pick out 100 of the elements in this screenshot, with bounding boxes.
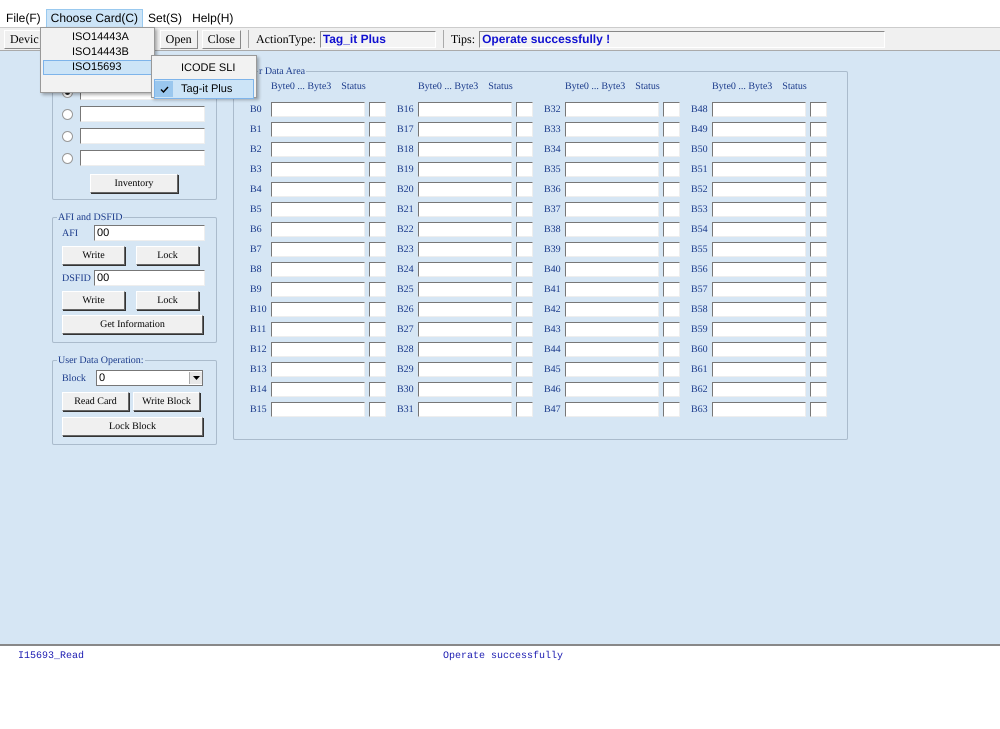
block-data-field[interactable]: [712, 142, 806, 157]
block-data-field[interactable]: [564, 302, 660, 317]
menu-item[interactable]: Help(H): [187, 8, 238, 28]
block-data-field[interactable]: [564, 382, 660, 397]
block-status-field[interactable]: [810, 282, 828, 297]
block-status-field[interactable]: [810, 222, 828, 237]
block-status-field[interactable]: [516, 222, 534, 237]
block-status-field[interactable]: [663, 342, 680, 357]
dsfid-field[interactable]: 00: [94, 270, 205, 286]
block-status-field[interactable]: [810, 202, 828, 217]
block-status-field[interactable]: [663, 142, 680, 157]
menu-item[interactable]: ISO14443B: [43, 45, 152, 60]
block-data-field[interactable]: [712, 302, 806, 317]
block-status-field[interactable]: [369, 322, 386, 337]
block-data-field[interactable]: [270, 362, 366, 377]
block-status-field[interactable]: [516, 182, 534, 197]
block-data-field[interactable]: [418, 122, 512, 137]
block-status-field[interactable]: [516, 362, 534, 377]
block-status-field[interactable]: [516, 262, 534, 277]
menu-item[interactable]: Choose Card(C): [46, 8, 144, 28]
block-status-field[interactable]: [663, 362, 680, 377]
block-status-field[interactable]: [369, 402, 386, 417]
block-data-field[interactable]: [418, 262, 512, 277]
block-data-field[interactable]: [712, 122, 806, 137]
block-status-field[interactable]: [516, 342, 534, 357]
block-data-field[interactable]: [564, 222, 660, 237]
block-status-field[interactable]: [663, 162, 680, 177]
block-data-field[interactable]: [418, 342, 512, 357]
block-data-field[interactable]: [712, 282, 806, 297]
block-status-field[interactable]: [369, 142, 386, 157]
block-data-field[interactable]: [270, 322, 366, 337]
block-status-field[interactable]: [810, 102, 828, 117]
block-data-field[interactable]: [418, 302, 512, 317]
block-data-field[interactable]: [712, 362, 806, 377]
block-data-field[interactable]: [564, 342, 660, 357]
action-button[interactable]: Write: [62, 291, 125, 310]
block-data-field[interactable]: [270, 222, 366, 237]
toolbar-button[interactable]: Close: [202, 30, 241, 48]
block-status-field[interactable]: [663, 122, 680, 137]
block-status-field[interactable]: [810, 362, 828, 377]
block-status-field[interactable]: [663, 282, 680, 297]
block-status-field[interactable]: [810, 142, 828, 157]
block-status-field[interactable]: [516, 302, 534, 317]
block-data-field[interactable]: [270, 142, 366, 157]
block-status-field[interactable]: [663, 302, 680, 317]
block-status-field[interactable]: [369, 122, 386, 137]
block-data-field[interactable]: [712, 162, 806, 177]
toolbar-button[interactable]: Open: [160, 30, 198, 48]
block-status-field[interactable]: [516, 162, 534, 177]
block-data-field[interactable]: [270, 282, 366, 297]
block-data-field[interactable]: [418, 382, 512, 397]
block-data-field[interactable]: [564, 102, 660, 117]
menu-item[interactable]: ISO14443A: [43, 30, 152, 45]
block-status-field[interactable]: [369, 102, 386, 117]
block-data-field[interactable]: [712, 262, 806, 277]
block-data-field[interactable]: [712, 222, 806, 237]
action-button[interactable]: Read Card: [62, 392, 129, 411]
block-data-field[interactable]: [270, 302, 366, 317]
block-status-field[interactable]: [516, 202, 534, 217]
block-status-field[interactable]: [369, 182, 386, 197]
block-status-field[interactable]: [516, 382, 534, 397]
block-status-field[interactable]: [369, 342, 386, 357]
block-status-field[interactable]: [810, 402, 828, 417]
block-data-field[interactable]: [418, 182, 512, 197]
block-data-field[interactable]: [564, 402, 660, 417]
block-data-field[interactable]: [270, 102, 366, 117]
block-status-field[interactable]: [369, 202, 386, 217]
block-status-field[interactable]: [810, 162, 828, 177]
block-data-field[interactable]: [270, 182, 366, 197]
block-data-field[interactable]: [418, 102, 512, 117]
block-data-field[interactable]: [270, 242, 366, 257]
block-data-field[interactable]: [418, 222, 512, 237]
block-status-field[interactable]: [810, 382, 828, 397]
block-status-field[interactable]: [810, 242, 828, 257]
block-data-field[interactable]: [418, 362, 512, 377]
block-data-field[interactable]: [564, 202, 660, 217]
block-data-field[interactable]: [712, 242, 806, 257]
block-status-field[interactable]: [516, 322, 534, 337]
block-data-field[interactable]: [270, 202, 366, 217]
block-status-field[interactable]: [369, 362, 386, 377]
block-data-field[interactable]: [270, 262, 366, 277]
radio-button[interactable]: [62, 130, 73, 142]
tag-field[interactable]: [80, 150, 205, 166]
block-status-field[interactable]: [369, 242, 386, 257]
block-status-field[interactable]: [810, 342, 828, 357]
afi-field[interactable]: 00: [94, 225, 205, 241]
block-data-field[interactable]: [564, 162, 660, 177]
tag-field[interactable]: [80, 106, 205, 122]
menu-item[interactable]: File(F): [1, 8, 46, 28]
block-status-field[interactable]: [369, 222, 386, 237]
inventory-button[interactable]: Inventory: [90, 174, 178, 193]
block-data-field[interactable]: [564, 122, 660, 137]
action-button[interactable]: Lock: [136, 291, 199, 310]
block-status-field[interactable]: [369, 162, 386, 177]
block-data-field[interactable]: [270, 342, 366, 357]
block-data-field[interactable]: [270, 122, 366, 137]
block-status-field[interactable]: [810, 262, 828, 277]
block-data-field[interactable]: [564, 282, 660, 297]
block-data-field[interactable]: [564, 242, 660, 257]
block-status-field[interactable]: [663, 382, 680, 397]
